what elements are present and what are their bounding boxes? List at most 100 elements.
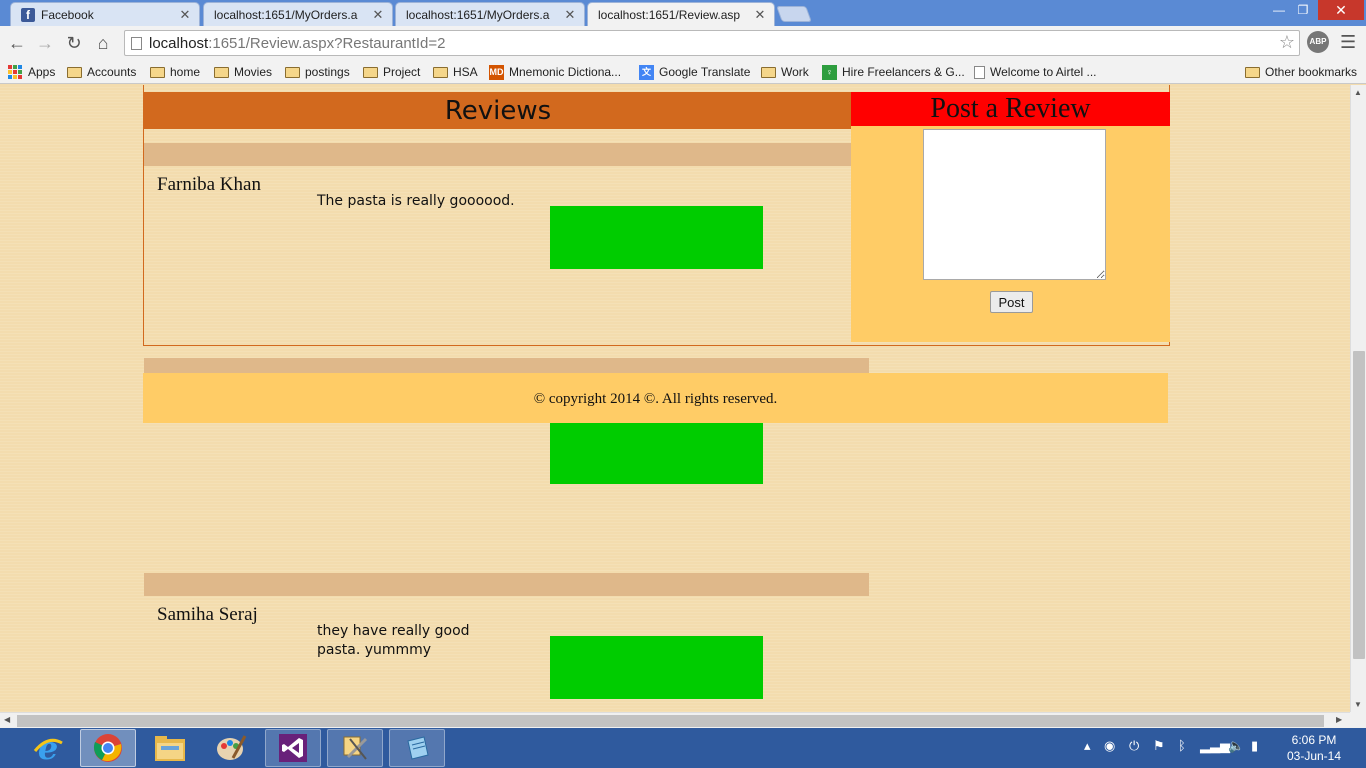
bookmark-google-translate[interactable]: 文 Google Translate — [639, 62, 750, 82]
forward-icon[interactable]: → — [34, 32, 56, 54]
review-divider — [144, 143, 851, 166]
close-icon[interactable]: ✕ — [754, 7, 766, 23]
tab-title: localhost:1651/Review.asp — [598, 7, 741, 22]
menu-icon[interactable]: ☰ — [1340, 32, 1356, 53]
adblock-icon[interactable]: ABP — [1307, 31, 1329, 53]
clock[interactable]: 6:06 PM 03-Jun-14 — [1284, 732, 1344, 764]
horizontal-scrollbar[interactable]: ◀ ▶ — [0, 712, 1350, 728]
bookmark-label: Accounts — [87, 65, 137, 79]
bookmark-accounts[interactable]: Accounts — [67, 62, 136, 82]
tab-title: localhost:1651/MyOrders.a — [214, 7, 358, 22]
rating-box — [550, 206, 763, 269]
scrollbar-thumb[interactable] — [1353, 351, 1365, 659]
review-text: The pasta is really goooood. — [317, 193, 515, 209]
bookmark-label: HSA — [453, 65, 478, 79]
tab-myorders-1[interactable]: localhost:1651/MyOrders.a ✕ — [203, 2, 393, 101]
browser-toolbar: ← → ↻ ⌂ localhost:1651/Review.aspx?Resta… — [0, 26, 1366, 60]
page-content: Reviews Post a Review Post Farniba Khan … — [0, 85, 1350, 712]
bookmark-label: Mnemonic Dictiona... — [509, 65, 622, 79]
review-divider — [144, 573, 869, 596]
folder-icon — [67, 66, 82, 78]
scroll-right-icon[interactable]: ▶ — [1336, 715, 1342, 724]
bookmark-label: postings — [305, 65, 350, 79]
minimize-icon[interactable]: — — [1266, 0, 1292, 20]
home-icon[interactable]: ⌂ — [92, 32, 114, 54]
clock-date: 03-Jun-14 — [1286, 749, 1342, 763]
reload-icon[interactable]: ↻ — [63, 32, 85, 54]
bookmark-airtel[interactable]: Welcome to Airtel ... — [974, 62, 1096, 82]
folder-icon — [363, 66, 378, 78]
bookmark-star-icon[interactable]: ☆ — [1279, 32, 1295, 53]
bookmark-label: Apps — [28, 65, 56, 79]
bookmark-movies[interactable]: Movies — [214, 62, 272, 82]
power-icon[interactable]: ⏻ — [1129, 738, 1139, 754]
back-icon[interactable]: ← — [6, 32, 28, 54]
notepad-icon[interactable] — [389, 729, 445, 767]
battery-icon[interactable]: ▮ — [1251, 738, 1258, 754]
post-button[interactable]: Post — [990, 291, 1033, 313]
translate-icon: 文 — [639, 64, 654, 80]
bookmark-postings[interactable]: postings — [285, 62, 350, 82]
bookmark-work[interactable]: Work — [761, 62, 809, 82]
tools-icon[interactable] — [327, 729, 383, 767]
bookmark-label: Hire Freelancers & G... — [842, 65, 965, 79]
volume-icon[interactable]: 🔈 — [1228, 738, 1244, 754]
review-textarea[interactable] — [923, 129, 1106, 280]
bookmarks-bar: Apps Accounts home Movies postings Proje… — [0, 60, 1366, 84]
internet-explorer-icon[interactable]: e — [20, 729, 76, 767]
scroll-down-icon[interactable]: ▼ — [1354, 700, 1362, 709]
rating-box — [550, 636, 763, 699]
visual-studio-icon[interactable] — [265, 729, 321, 767]
footer: © copyright 2014 ©. All rights reserved. — [143, 373, 1168, 423]
bookmark-project[interactable]: Project — [363, 62, 420, 82]
flag-icon[interactable]: ⚑ — [1153, 738, 1165, 754]
vertical-scrollbar[interactable]: ▲ ▼ — [1350, 85, 1366, 712]
folder-icon — [1245, 66, 1260, 78]
apps-icon — [8, 65, 22, 79]
tab-facebook[interactable]: f Facebook ✕ — [10, 2, 200, 26]
tab-strip: f Facebook ✕ localhost:1651/MyOrders.a ✕… — [0, 0, 1366, 101]
tab-review[interactable]: localhost:1651/Review.asp ✕ — [587, 2, 775, 101]
reviewer-name: Samiha Seraj — [157, 604, 258, 625]
folder-icon — [150, 66, 165, 78]
rating-box — [550, 421, 763, 484]
restore-icon[interactable]: ❐ — [1290, 0, 1316, 20]
close-icon[interactable]: ✕ — [372, 7, 384, 23]
show-hidden-icons[interactable]: ▴ — [1084, 738, 1091, 754]
bookmark-mnemonic[interactable]: MD Mnemonic Dictiona... — [489, 62, 621, 82]
folder-icon — [285, 66, 300, 78]
security-icon[interactable]: ◉ — [1104, 738, 1115, 754]
close-icon[interactable]: ✕ — [564, 7, 576, 23]
address-bar[interactable]: localhost:1651/Review.aspx?RestaurantId=… — [124, 30, 1300, 56]
bookmark-label: Work — [781, 65, 809, 79]
bluetooth-icon[interactable]: ᛒ — [1178, 738, 1186, 753]
facebook-icon: f — [21, 7, 35, 22]
paint-icon[interactable] — [203, 729, 259, 767]
network-icon[interactable]: ▂▃▅ — [1200, 738, 1230, 754]
new-tab-button[interactable] — [776, 6, 812, 22]
bookmark-label: home — [170, 65, 201, 79]
chrome-icon[interactable] — [80, 729, 136, 767]
scroll-left-icon[interactable]: ◀ — [4, 715, 10, 724]
url-host: localhost — [149, 34, 209, 52]
clock-time: 6:06 PM — [1291, 733, 1337, 747]
close-icon[interactable]: ✕ — [179, 7, 191, 23]
folder-icon — [761, 66, 776, 78]
window-close-icon[interactable]: ✕ — [1318, 0, 1364, 20]
bookmark-apps[interactable]: Apps — [8, 62, 55, 82]
scrollbar-corner — [1350, 712, 1366, 728]
bookmark-home[interactable]: home — [150, 62, 200, 82]
other-bookmarks[interactable]: Other bookmarks — [1245, 62, 1357, 82]
bookmark-freelancers[interactable]: ♀ Hire Freelancers & G... — [822, 62, 965, 82]
scroll-up-icon[interactable]: ▲ — [1354, 88, 1362, 97]
folder-icon — [214, 66, 229, 78]
tab-myorders-2[interactable]: localhost:1651/MyOrders.a ✕ — [395, 2, 585, 101]
bookmark-hsa[interactable]: HSA — [433, 62, 478, 82]
url-path: :1651/Review.aspx?RestaurantId=2 — [208, 34, 446, 52]
bookmark-label: Movies — [234, 65, 273, 79]
scrollbar-thumb[interactable] — [17, 715, 1324, 727]
bookmark-label: Other bookmarks — [1265, 65, 1358, 79]
file-explorer-icon[interactable] — [142, 729, 198, 767]
page-icon — [131, 36, 142, 50]
taskbar: e ▴ ◉ ⏻ ⚑ ᛒ ▂▃▅ 🔈 ▮ 6:06 PM 03-Jun-14 — [0, 728, 1366, 768]
